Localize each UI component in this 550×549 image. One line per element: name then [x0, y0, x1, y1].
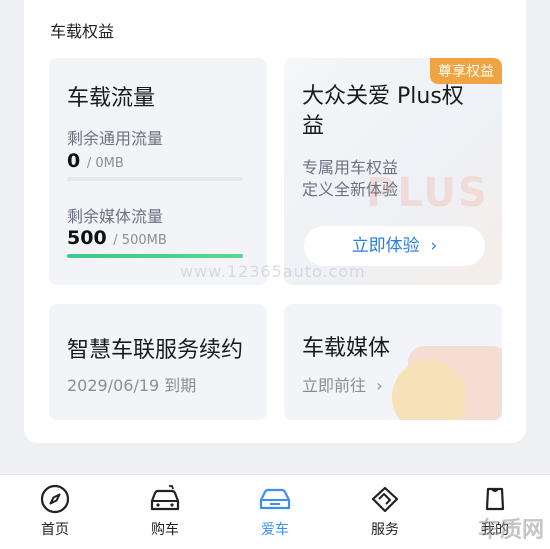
plus-card-title-line1: 大众关爱 Plus权: [302, 84, 464, 109]
section-title: 车载权益: [50, 22, 115, 41]
tab-my-car-label: 爱车: [261, 522, 289, 538]
media-flow-bar: [67, 254, 243, 258]
flow-card-title: 车载流量: [67, 86, 156, 111]
handshake-icon: [371, 486, 399, 513]
general-flow-value: 0 / 0MB: [67, 150, 124, 172]
tab-home-label: 首页: [41, 522, 69, 538]
tab-service-label: 服务: [371, 522, 399, 538]
compass-icon: [40, 484, 70, 514]
tab-buy-car-label: 购车: [151, 522, 179, 538]
chevron-right-icon: ›: [371, 376, 383, 395]
profile-icon: [485, 487, 505, 511]
exclusive-badge: 尊享权益: [430, 58, 502, 84]
car-media-card[interactable]: 车载媒体 立即前往 ›: [284, 304, 502, 420]
general-flow-label: 剩余通用流量: [67, 129, 164, 148]
tab-service[interactable]: 服务: [355, 483, 415, 539]
site-watermark: www.12365auto.com: [180, 262, 366, 281]
data-flow-card[interactable]: 车载流量 剩余通用流量 0 / 0MB 剩余媒体流量 500 / 500MB: [49, 58, 267, 285]
tab-buy-car[interactable]: 购车: [135, 483, 195, 539]
try-now-label: 立即体验: [351, 236, 420, 256]
media-flow-value: 500 / 500MB: [67, 227, 167, 249]
tab-my-car[interactable]: 爱车: [245, 483, 305, 539]
general-flow-bar: [67, 177, 243, 181]
general-flow-unit: / 0MB: [86, 156, 124, 171]
tab-home[interactable]: 首页: [25, 483, 85, 539]
media-card-title: 车载媒体: [302, 336, 391, 361]
plus-benefits-card[interactable]: PLUS 尊享权益 大众关爱 Plus权 益 专属用车权益 定义全新体验 立即体…: [284, 58, 502, 285]
plus-desc-line1: 专属用车权益: [302, 158, 399, 177]
bottom-tab-bar: 首页 购车 爱车 服务 我的: [0, 474, 550, 549]
chevron-right-icon: ›: [425, 236, 438, 256]
media-flow-label: 剩余媒体流量: [67, 207, 164, 226]
renewal-expiry: 2029/06/19 到期: [67, 376, 197, 395]
try-now-button[interactable]: 立即体验 ›: [304, 226, 485, 266]
car-icon: [259, 488, 291, 510]
media-flow-bar-fill: [67, 254, 243, 258]
renewal-card-title: 智慧车联服务续约: [67, 338, 244, 363]
service-renewal-card[interactable]: 智慧车联服务续约 2029/06/19 到期: [49, 304, 267, 420]
media-go-label: 立即前往: [302, 376, 367, 395]
corner-watermark: 车质网: [477, 518, 544, 543]
plus-card-title-line2: 益: [302, 114, 325, 139]
car-cart-icon: [150, 485, 180, 511]
plus-desc-line2: 定义全新体验: [302, 180, 399, 199]
media-go-link[interactable]: 立即前往 ›: [302, 372, 383, 396]
media-flow-unit: / 500MB: [113, 233, 167, 248]
